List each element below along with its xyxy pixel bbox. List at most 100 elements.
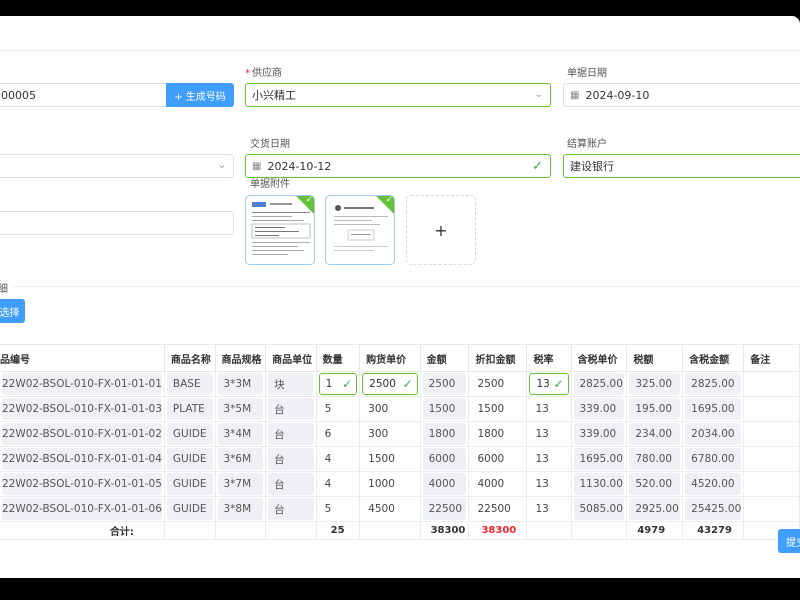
discount-amount-input[interactable]: 1500 [471,398,524,420]
product-unit-cell: 台 [268,448,314,470]
table-row: 22W02-BSOL-010-FX-01-01-02 GUIDE 3*4M 台 … [0,421,800,447]
product-name-cell: PLATE [166,398,213,420]
settle-account-select[interactable]: 建设银行 [563,154,800,178]
unit-price-input[interactable]: 300 [362,398,417,420]
column-header: 备注 [743,344,800,372]
product-spec-cell: 3*4M [217,423,264,445]
quantity-input[interactable]: 5 [319,498,358,520]
tax-included-amount-cell: 25425.00 [685,498,742,520]
discount-amount-input[interactable]: 6000 [471,448,524,470]
product-name-cell: GUIDE [166,423,213,445]
note-input[interactable] [746,373,797,395]
document-code-input[interactable]: 00005 [0,83,166,107]
summary-label: 合计: [0,521,165,540]
column-header: 税率 [526,344,572,372]
calendar-icon: ▦ [252,160,262,172]
product-spec-cell: 3*3M [217,373,264,395]
tax-included-price-cell: 5085.00 [573,498,625,520]
delivery-date-value: 2024-10-12 [267,159,332,173]
left-text-field[interactable] [0,211,234,235]
generate-code-button[interactable]: + 生成号码 [166,83,234,107]
check-icon: ✓ [402,377,413,391]
unit-price-input[interactable]: 1500 [362,448,417,470]
discount-amount-input[interactable]: 2500 [471,373,524,395]
note-input[interactable] [746,498,797,520]
unit-price-input[interactable]: 2500 ✓ [362,373,418,395]
quantity-input[interactable]: 6 [319,423,358,445]
column-header: 折扣金额 [468,344,528,372]
tax-included-price-cell: 1130.00 [573,473,625,495]
submit-button[interactable]: 提交 [778,529,800,553]
attachment-thumbnail-1[interactable]: ✓ [245,195,315,265]
column-header: 品编号 [0,344,165,372]
discount-amount-input[interactable]: 1800 [471,423,524,445]
discount-amount-input[interactable]: 4000 [471,473,524,495]
table-row: 22W02-BSOL-010-FX-01-01-04 GUIDE 3*6M 台 … [0,446,800,472]
product-code-cell: 22W02-BSOL-010-FX-01-01-05 [2,473,162,495]
quantity-input[interactable]: 5 [319,398,358,420]
column-header: 商品规格 [215,344,267,372]
tax-included-price-cell: 1695.00 [573,448,625,470]
add-attachment-button[interactable]: + [406,195,476,265]
unit-price-input[interactable]: 300 [362,423,417,445]
summary-tax: 4979 [626,521,684,540]
table-row: 22W02-BSOL-010-FX-01-01-05 GUIDE 3*7M 台 … [0,471,800,497]
discount-amount-input[interactable]: 22500 [471,498,524,520]
product-unit-cell: 台 [268,398,314,420]
product-spec-cell: 3*8M [217,498,264,520]
tax-rate-input[interactable]: 13 [529,448,568,470]
tax-included-amount-cell: 2034.00 [685,423,742,445]
note-input[interactable] [746,423,797,445]
supplier-select[interactable]: 小兴精工 ⌄ [245,83,551,107]
tax-rate-input[interactable]: 13 [529,423,568,445]
left-select-field[interactable]: ⌄ [0,154,234,178]
tax-cell: 520.00 [629,473,681,495]
column-header: 税额 [626,344,684,372]
quantity-input[interactable]: 1 ✓ [318,373,358,395]
select-items-button[interactable]: 选择 [0,299,25,323]
quantity-input[interactable]: 4 [319,473,358,495]
attachment-label: 单据附件 [250,179,290,190]
tax-included-price-cell: 339.00 [573,398,625,420]
product-code-cell: 22W02-BSOL-010-FX-01-01-04 [2,448,162,470]
note-input[interactable] [746,448,797,470]
column-header: 数量 [316,344,361,372]
tax-rate-input[interactable]: 13 [529,473,568,495]
tax-rate-input[interactable]: 13 [529,498,568,520]
attachment-thumbnail-2[interactable]: ✓ [325,195,395,265]
note-input[interactable] [746,473,797,495]
tax-rate-input[interactable]: 13 ✓ [529,373,569,395]
document-code-value: 00005 [1,88,36,102]
tax-included-price-cell: 339.00 [573,423,625,445]
tax-included-price-cell: 2825.00 [573,373,625,395]
unit-price-input[interactable]: 1000 [362,473,417,495]
note-input[interactable] [746,398,797,420]
quantity-input[interactable]: 4 [319,448,358,470]
select-items-label: 选择 [0,307,20,319]
delivery-date-picker[interactable]: ▦ 2024-10-12 ✓ [245,154,551,178]
product-unit-cell: 台 [268,473,314,495]
unit-price-input[interactable]: 4500 [362,498,417,520]
tax-rate-input[interactable]: 13 [529,398,568,420]
settle-account-value: 建设银行 [570,160,614,173]
screen-bottom-edge [0,578,800,600]
tax-cell: 234.00 [629,423,681,445]
items-table: 品编号 商品名称 商品规格 商品单位 数量 购货单价 金额 折扣金额 税率 含税… [0,344,800,540]
section-title: 细 [0,284,8,295]
summary-quantity: 25 [316,521,361,540]
amount-cell: 4000 [422,473,467,495]
document-date-picker[interactable]: ▦ 2024-09-10 [563,83,800,107]
footer-divider [0,521,800,522]
tax-included-amount-cell: 6780.00 [685,448,742,470]
column-header: 购货单价 [359,344,421,372]
tax-cell: 2925.00 [629,498,681,520]
tax-cell: 325.00 [629,373,681,395]
settle-account-label: 结算账户 [567,139,607,150]
amount-cell: 1800 [422,423,467,445]
check-icon: ✓ [385,195,393,205]
calendar-icon: ▦ [570,89,580,101]
product-name-cell: GUIDE [166,498,213,520]
table-row: 22W02-BSOL-010-FX-01-01-06 GUIDE 3*8M 台 … [0,496,800,522]
chevron-down-icon: ⌄ [217,160,226,171]
summary-tax-included-amount: 43279 [682,521,745,540]
